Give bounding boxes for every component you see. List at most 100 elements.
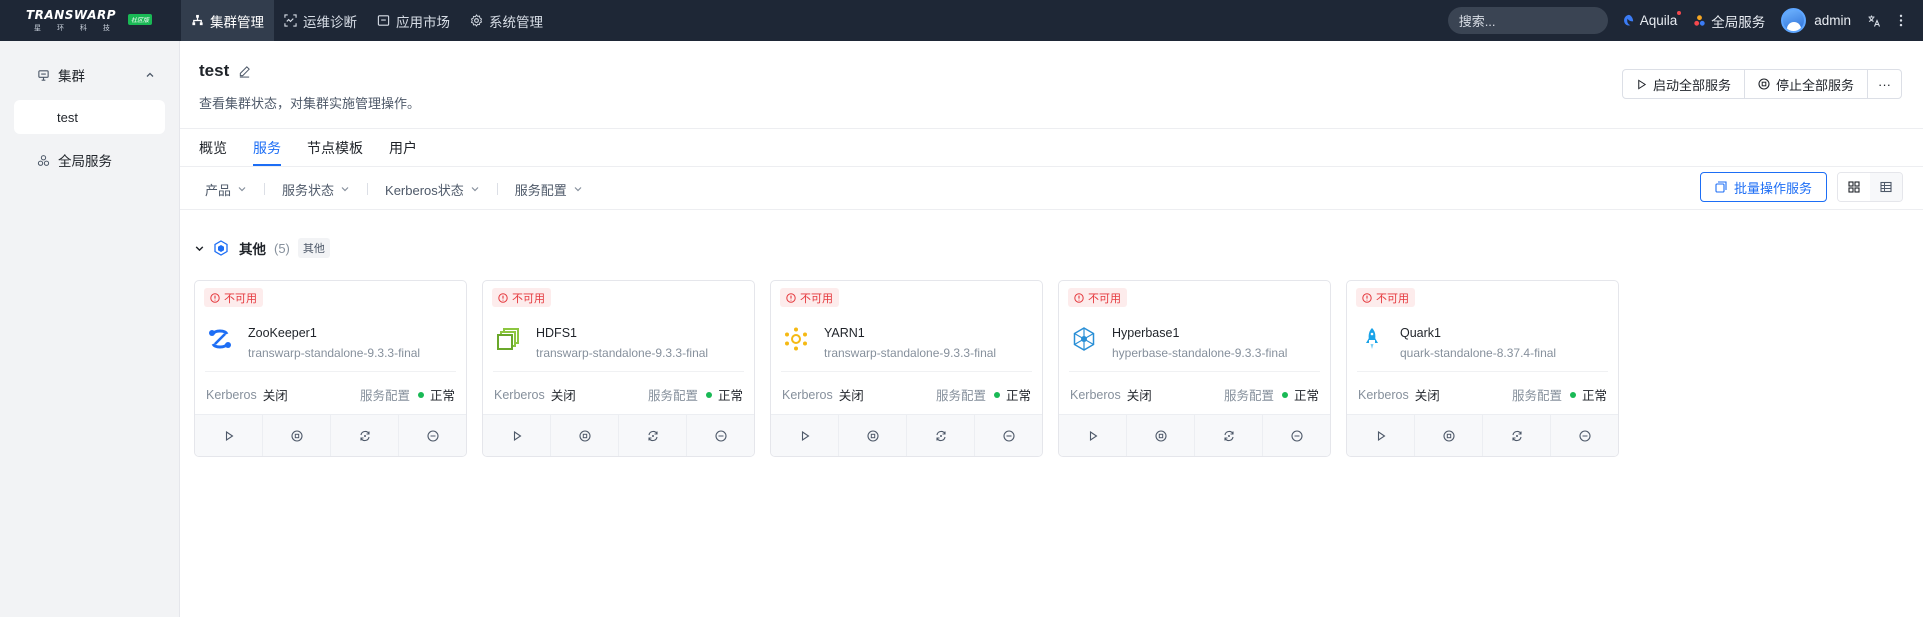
aquila-link[interactable]: Aquila [1622,10,1682,28]
service-name[interactable]: HDFS1 [536,326,577,340]
start-all-button[interactable]: 启动全部服务 [1621,69,1745,99]
restart-icon [1511,430,1522,441]
filter-service-status[interactable]: 服务状态 [282,180,350,199]
restart-service-button[interactable] [619,415,687,456]
start-service-button[interactable] [1347,415,1415,456]
remove-service-button[interactable] [1263,415,1330,456]
filter-label: Kerberos状态 [385,182,464,198]
user-menu[interactable]: admin [1781,8,1851,33]
filter-label: 产品 [205,182,232,198]
batch-icon [1715,181,1727,193]
translate-icon [1868,15,1881,27]
filter-label: 服务状态 [282,182,335,198]
filter-kerberos-status[interactable]: Kerberos状态 [385,180,480,199]
table-view-button[interactable] [1870,173,1902,201]
card-actions [771,414,1042,456]
sidebar-item-global-services[interactable]: 全局服务 [37,150,112,170]
filter-product[interactable]: 产品 [205,180,247,199]
service-config-status: 服务配置 正常 [936,385,1031,404]
card-actions [1347,414,1618,456]
service-card[interactable]: 不可用 HDFS1 transwarp-standalone-9.3.3-fin… [482,280,755,457]
sidebar-group-label: 集群 [58,69,85,84]
view-toggle [1837,172,1903,202]
service-card[interactable]: 不可用 Quark1 quark-standalone-8.37.4-final… [1346,280,1619,457]
chevron-down-icon [341,187,349,192]
start-service-button[interactable] [1059,415,1127,456]
service-name[interactable]: Hyperbase1 [1112,326,1179,340]
service-group-header[interactable]: 其他 (5) 其他 [194,238,330,258]
search-input[interactable]: 搜索... [1447,7,1608,34]
kerberos-value: 关闭 [1414,389,1440,403]
more-actions-button[interactable]: ··· [1867,69,1902,99]
stop-service-button[interactable] [551,415,619,456]
nav-ops-diagnosis[interactable]: 运维诊断 [274,0,367,41]
minus-circle-icon [714,429,727,442]
remove-service-button[interactable] [399,415,466,456]
service-meta: Kerberos 关闭 服务配置 正常 [782,385,1031,404]
sidebar-item-test[interactable]: test [14,100,165,134]
nav-cluster-management[interactable]: 集群管理 [181,0,274,41]
filter-service-config[interactable]: 服务配置 [515,180,583,199]
remove-service-button[interactable] [1551,415,1618,456]
restart-service-button[interactable] [907,415,975,456]
diagnose-icon [284,14,297,27]
service-name[interactable]: Quark1 [1400,326,1441,340]
start-service-button[interactable] [483,415,551,456]
config-value: 正常 [429,389,455,403]
chevron-down-icon[interactable] [194,243,205,254]
filter-bar: 产品 服务状态 Kerberos状态 服务配置 [205,169,583,209]
edit-icon[interactable] [238,65,251,78]
warning-icon [1074,292,1084,303]
restart-icon [647,430,658,441]
stop-icon [578,429,591,442]
status-text: 不可用 [1376,292,1409,305]
tab-node-templates[interactable]: 节点模板 [307,129,363,166]
restart-service-button[interactable] [1483,415,1551,456]
group-count: (5) [274,240,290,256]
more-menu[interactable] [1899,14,1903,27]
kerberos-label: Kerberos [494,387,545,402]
service-name[interactable]: YARN1 [824,326,865,340]
restart-service-button[interactable] [331,415,399,456]
minus-circle-icon [426,429,439,442]
card-divider [493,371,744,372]
tab-services[interactable]: 服务 [253,129,281,166]
stop-all-button[interactable]: 停止全部服务 [1743,69,1868,99]
zookeeper-icon [209,329,231,349]
sidebar-group-cluster[interactable]: 集群 [37,65,155,85]
aquila-label: Aquila [1639,13,1678,28]
config-value: 正常 [1005,389,1031,403]
hyperbase-icon [1073,327,1095,351]
remove-service-button[interactable] [687,415,754,456]
tab-overview[interactable]: 概览 [199,129,227,166]
service-card-list: 不可用 ZooKeeper1 transwarp-standalone-9.3.… [194,280,1619,457]
grid-view-button[interactable] [1838,173,1870,201]
language-switch[interactable] [1867,14,1881,28]
nav-system-management[interactable]: 系统管理 [460,0,553,41]
global-services-label: 全局服务 [1711,14,1766,30]
remove-service-button[interactable] [975,415,1042,456]
start-service-button[interactable] [195,415,263,456]
start-service-button[interactable] [771,415,839,456]
page-title: test [199,61,251,81]
restart-service-button[interactable] [1195,415,1263,456]
batch-operate-button[interactable]: 批量操作服务 [1699,172,1827,202]
table-icon [1880,181,1892,193]
service-card[interactable]: 不可用 Hyperbase1 hyperbase-standalone-9.3.… [1058,280,1331,457]
service-card[interactable]: 不可用 YARN1 transwarp-standalone-9.3.3-fin… [770,280,1043,457]
stop-service-button[interactable] [263,415,331,456]
minus-circle-icon [1578,429,1591,442]
card-actions [1059,414,1330,456]
aquila-icon [1623,14,1633,26]
brand-logo[interactable]: TRANSWARP 星 环 科 技 社区版 [0,0,176,41]
global-services-link[interactable]: 全局服务 [1693,11,1765,31]
nav-app-market[interactable]: 应用市场 [367,0,460,41]
tab-users[interactable]: 用户 [389,129,417,166]
service-name[interactable]: ZooKeeper1 [248,326,317,340]
stop-service-button[interactable] [1127,415,1195,456]
play-icon [1377,430,1385,441]
stop-service-button[interactable] [839,415,907,456]
service-card[interactable]: 不可用 ZooKeeper1 transwarp-standalone-9.3.… [194,280,467,457]
kerberos-value: 关闭 [838,389,864,403]
stop-service-button[interactable] [1415,415,1483,456]
